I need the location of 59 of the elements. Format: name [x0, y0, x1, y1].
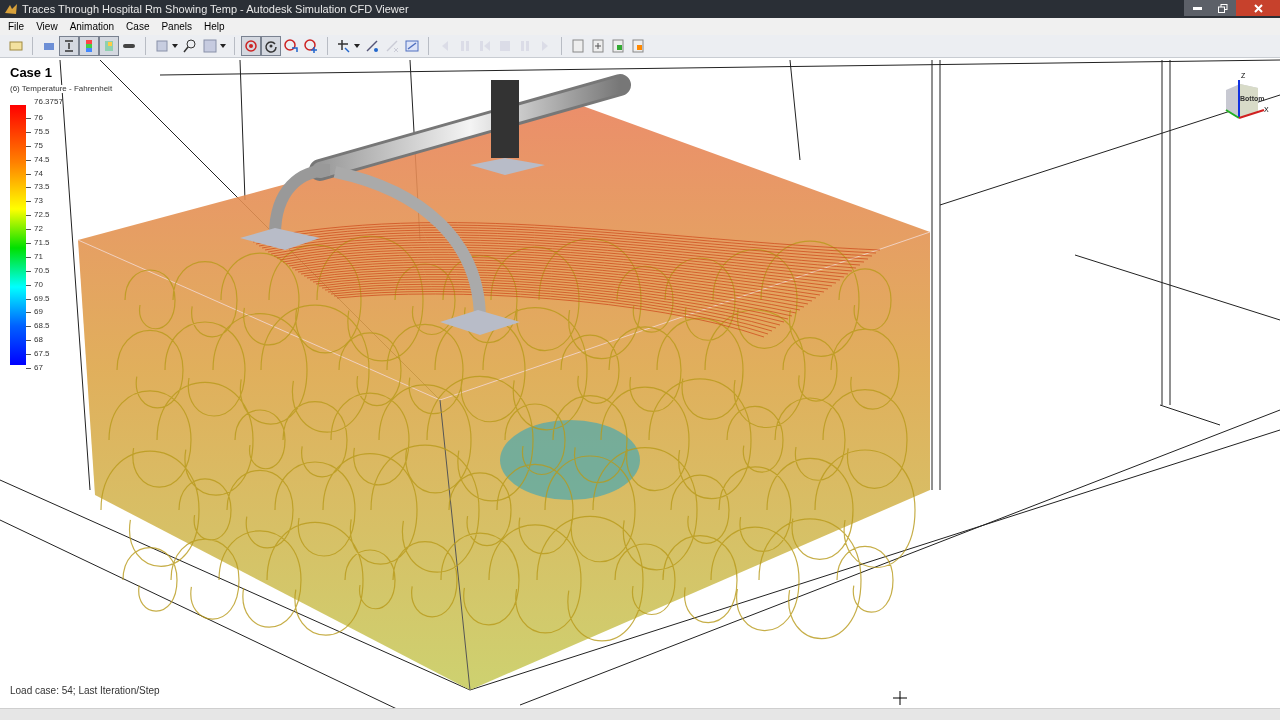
tool-icon — [610, 38, 626, 54]
legend-tick-label: 76 — [34, 114, 43, 122]
caret-icon — [354, 44, 360, 48]
tool-icon — [283, 38, 299, 54]
case-label: Case 1 — [10, 64, 52, 82]
legend-tick-label: 72.5 — [34, 211, 50, 220]
legend-tick-label: 75 — [34, 141, 43, 150]
legend-tick-label: 71.5 — [34, 239, 50, 247]
legend-tick-label: 67.5 — [34, 350, 50, 359]
legend-tick-label: 72 — [34, 225, 43, 234]
legend-tick-label: 75.5 — [34, 127, 50, 136]
legend-tick-label: 73.5 — [34, 183, 50, 192]
legend-tick-label: 70 — [34, 280, 43, 289]
tool-icon — [182, 38, 198, 54]
legend-tick-label: 74.5 — [34, 155, 50, 164]
menu-item[interactable]: View — [30, 18, 64, 35]
status-text: Load case: 54; Last Iteration/Step — [10, 684, 160, 698]
minimize-button[interactable] — [1184, 0, 1210, 16]
caret-icon — [172, 44, 178, 48]
tool-icon — [8, 38, 24, 54]
tool-icon — [154, 38, 170, 54]
menu-item[interactable]: Animation — [63, 18, 121, 35]
legend-tick-label: 74 — [34, 169, 43, 178]
tool-icon — [364, 38, 380, 54]
tool-icon — [590, 38, 606, 54]
legend-max-value: 76.3757 — [34, 98, 63, 106]
tool-icon — [404, 38, 420, 54]
cursor-icon — [892, 690, 908, 706]
tool-icon — [384, 38, 400, 54]
tool-icon — [202, 38, 218, 54]
legend-tick-label: 69.5 — [34, 294, 50, 303]
caret-icon — [220, 44, 226, 48]
tool-icon — [243, 38, 259, 54]
legend-tick-label: 68 — [34, 336, 43, 345]
menu-item[interactable]: Case — [120, 18, 156, 35]
window-title: Traces Through Hospital Rm Showing Temp - Autodesk Simulation CFD Viewer — [22, 1, 409, 17]
tool-icon — [570, 38, 586, 54]
tool-icon — [630, 38, 646, 54]
tool-icon — [303, 38, 319, 54]
legend-tick-label: 67 — [34, 364, 43, 372]
toolbar-button[interactable] — [261, 36, 281, 56]
menu-item[interactable]: File — [2, 18, 31, 35]
tool-icon — [336, 38, 352, 54]
restore-icon — [1218, 3, 1228, 13]
legend-tick-label: 68.5 — [34, 322, 50, 331]
legend-tick-label: 70.5 — [34, 266, 50, 275]
menu-item[interactable]: Panels — [155, 18, 199, 35]
legend-tick-label: 73 — [34, 197, 43, 206]
legend-title: (6) Temperature - Fahrenheit — [10, 85, 113, 93]
legend-tick-label: 71 — [34, 252, 43, 261]
menu-item[interactable]: Help — [198, 18, 231, 35]
app-icon — [4, 3, 18, 15]
minimize-icon — [1192, 6, 1202, 10]
close-button[interactable] — [1236, 0, 1280, 16]
legend-tick-label: 69 — [34, 308, 43, 317]
close-icon — [1253, 3, 1263, 13]
maximize-button[interactable] — [1210, 0, 1236, 16]
toolbar-button[interactable] — [59, 36, 79, 56]
tool-icon — [263, 38, 279, 54]
